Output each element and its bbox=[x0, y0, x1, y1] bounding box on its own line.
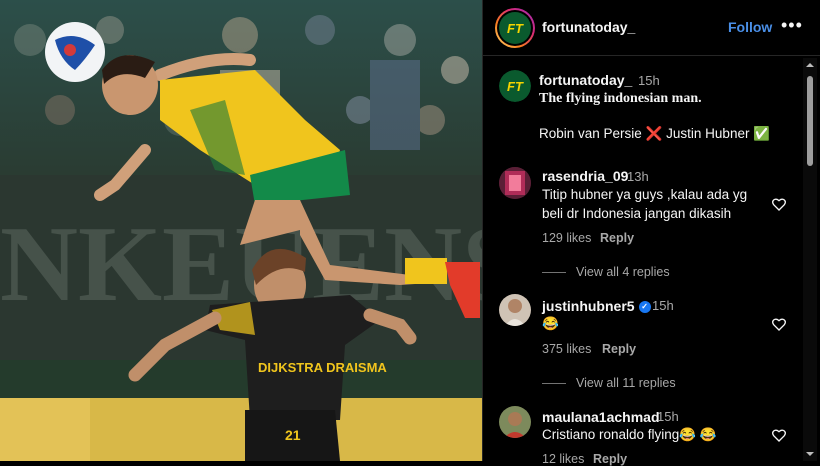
post-panel: FT fortunatoday_ Follow ••• FT fortunato… bbox=[482, 0, 820, 466]
check-mark-icon: ✅ bbox=[753, 126, 771, 141]
cross-mark-icon: ❌ bbox=[645, 126, 663, 141]
replies-divider bbox=[542, 383, 566, 385]
comment-text-line-2: beli dr Indonesia jangan dikasih bbox=[542, 206, 732, 221]
caption-time: 15h bbox=[638, 73, 660, 88]
comment-time: 13h bbox=[627, 169, 649, 184]
jersey-number: 21 bbox=[285, 427, 301, 443]
view-replies-button[interactable]: View all 4 replies bbox=[542, 265, 670, 279]
like-heart-icon[interactable] bbox=[771, 196, 787, 212]
commenter-avatar[interactable] bbox=[499, 294, 531, 326]
like-heart-icon[interactable] bbox=[771, 316, 787, 332]
jersey-sponsor: DIJKSTRA DRAISMA bbox=[258, 360, 387, 375]
more-options-icon[interactable]: ••• bbox=[781, 15, 803, 36]
caption-username[interactable]: fortunatoday_ bbox=[539, 72, 632, 88]
post-header: FT fortunatoday_ Follow ••• bbox=[483, 0, 820, 56]
comment-text-line-1: 😂 bbox=[542, 316, 559, 331]
comment-time: 15h bbox=[652, 298, 674, 313]
comment-likes[interactable]: 12 likes bbox=[542, 452, 584, 466]
comment-text-line-1: Cristiano ronaldo flying😂 😂 bbox=[542, 427, 717, 442]
reply-button[interactable]: Reply bbox=[602, 342, 636, 356]
comment-time: 15h bbox=[657, 409, 679, 424]
caption-line-1: The flying indonesian man. bbox=[539, 91, 702, 106]
caption-name-1: Robin van Persie bbox=[539, 126, 642, 141]
reply-button[interactable]: Reply bbox=[600, 231, 634, 245]
follow-button[interactable]: Follow bbox=[728, 19, 772, 35]
replies-divider bbox=[542, 272, 566, 274]
caption-line-2: Robin van Persie ❌ Justin Hubner ✅ bbox=[539, 124, 770, 143]
view-replies-label: View all 11 replies bbox=[576, 376, 676, 390]
ft-logo-icon: FT bbox=[499, 70, 531, 102]
view-replies-label: View all 4 replies bbox=[576, 265, 670, 279]
reply-button[interactable]: Reply bbox=[593, 452, 627, 466]
comment-likes[interactable]: 129 likes bbox=[542, 231, 591, 245]
comment-username-text: justinhubner5 bbox=[542, 298, 635, 314]
ft-logo-icon: FT bbox=[499, 12, 531, 44]
commenter-avatar[interactable] bbox=[499, 167, 531, 199]
comment-username[interactable]: rasendria_09 bbox=[542, 168, 628, 184]
avatar-image bbox=[499, 167, 531, 199]
avatar-image bbox=[499, 406, 531, 438]
caption-avatar[interactable]: FT bbox=[499, 70, 531, 102]
view-replies-button[interactable]: View all 11 replies bbox=[542, 376, 676, 390]
caption-name-2: Justin Hubner bbox=[666, 126, 750, 141]
comments-scrollbar[interactable] bbox=[803, 58, 817, 461]
comment-username[interactable]: maulana1achmad bbox=[542, 409, 660, 425]
comment-username[interactable]: justinhubner5 ✓ bbox=[542, 298, 651, 314]
verified-badge-icon: ✓ bbox=[638, 301, 651, 314]
author-avatar[interactable]: FT bbox=[495, 8, 535, 48]
like-heart-icon[interactable] bbox=[771, 427, 787, 443]
comment-likes[interactable]: 375 likes bbox=[542, 342, 591, 356]
comment-text-line-1: Titip hubner ya guys ,kalau ada yg bbox=[542, 187, 748, 202]
avatar-image bbox=[499, 294, 531, 326]
commenter-avatar[interactable] bbox=[499, 406, 531, 438]
post-photo[interactable]: NKEUENS DIJKSTRA DRAISMA 21 bbox=[0, 0, 482, 461]
scrollbar-graphic bbox=[803, 58, 817, 461]
football-photo: NKEUENS DIJKSTRA DRAISMA 21 bbox=[0, 0, 482, 461]
author-username[interactable]: fortunatoday_ bbox=[542, 19, 635, 35]
